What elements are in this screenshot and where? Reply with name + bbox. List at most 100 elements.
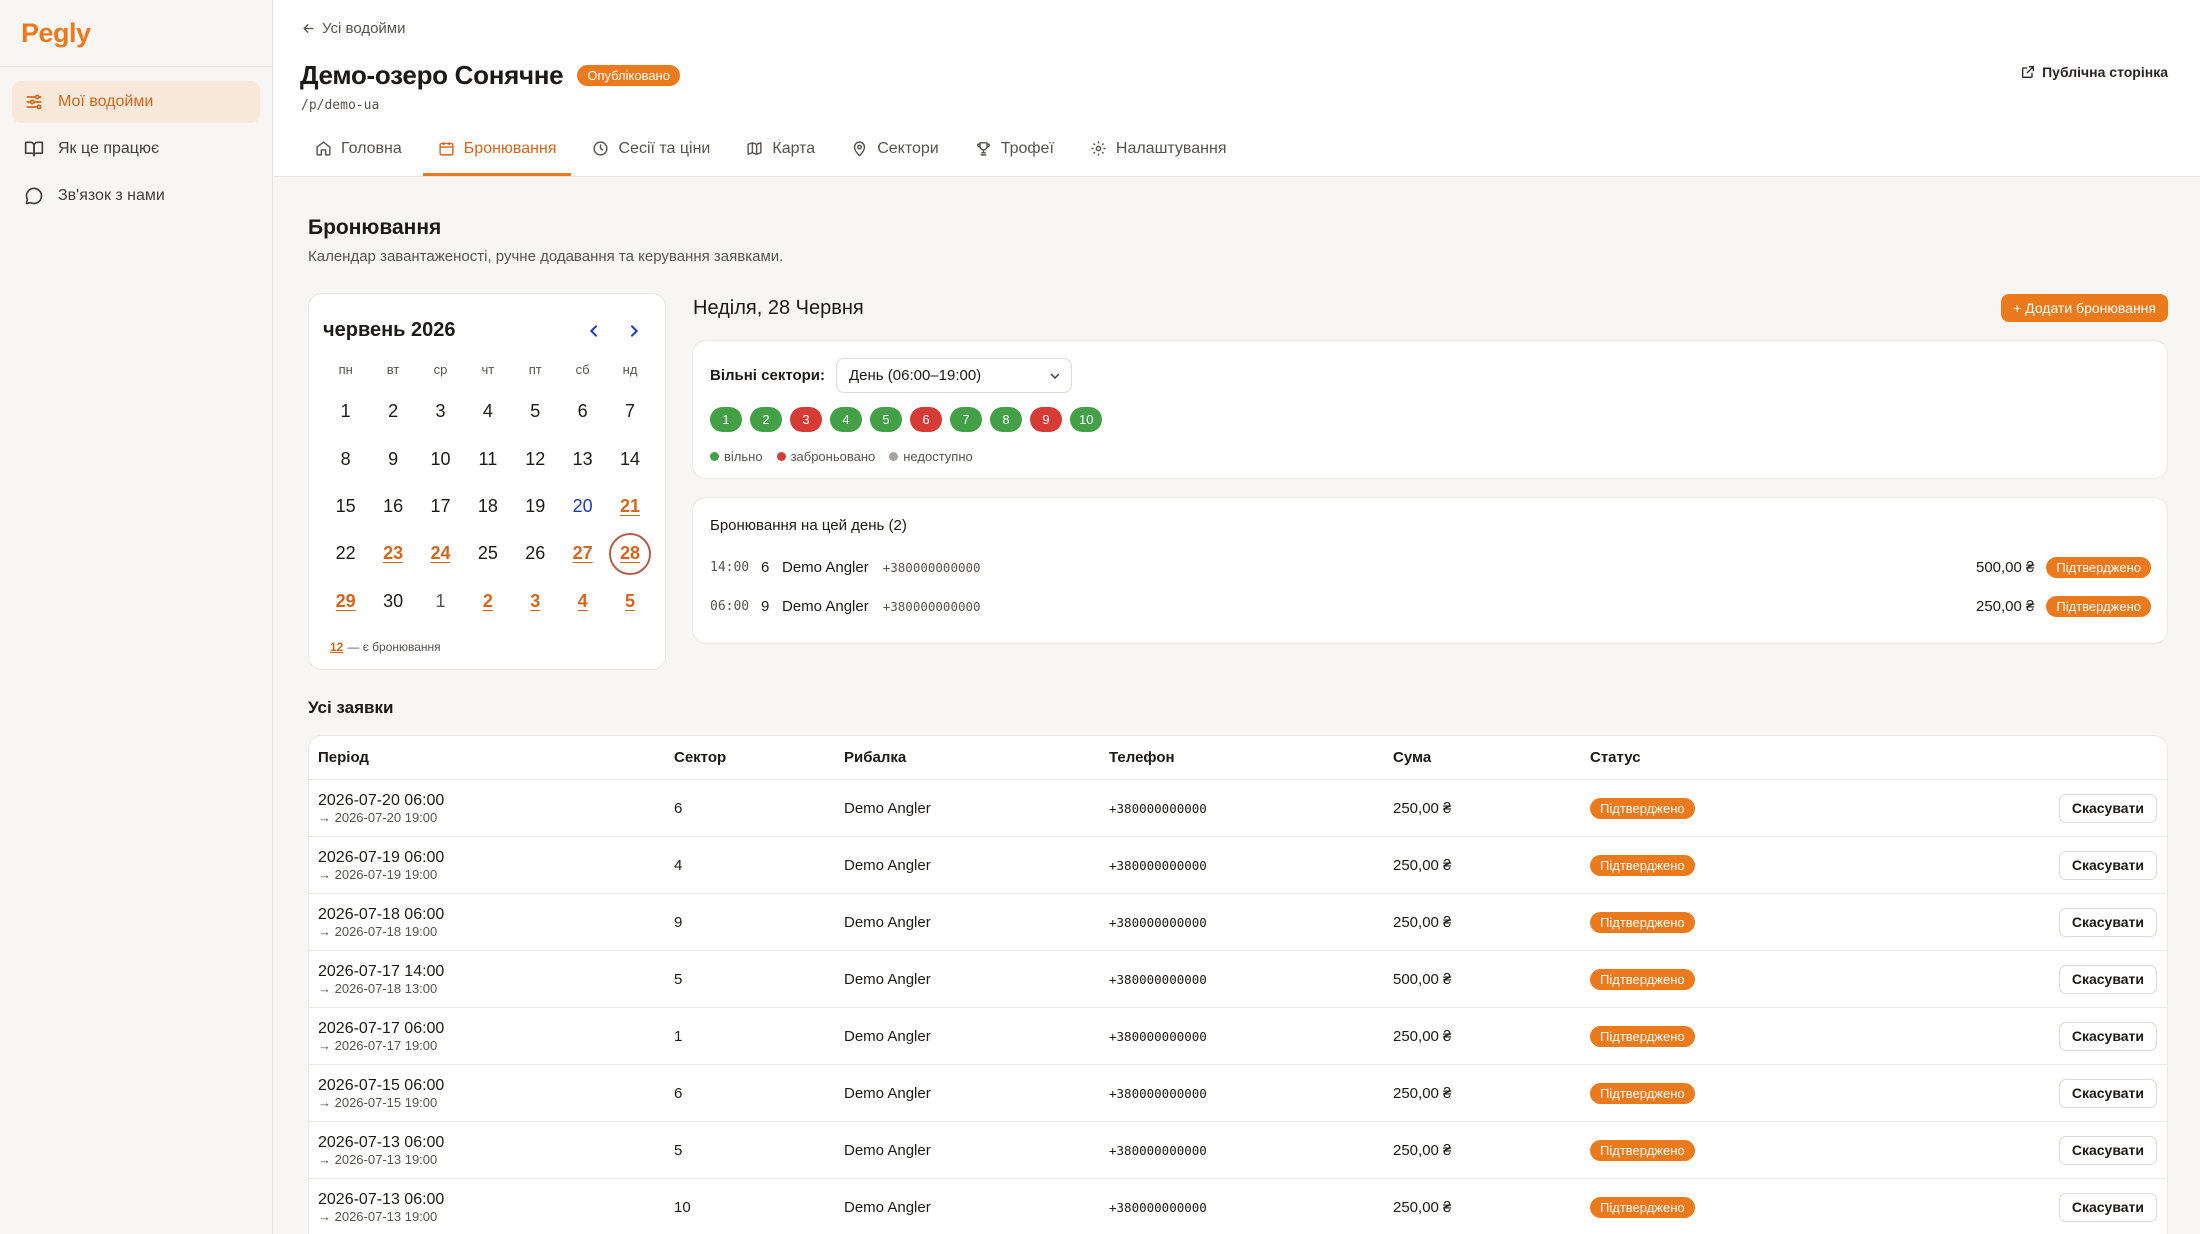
calendar-day[interactable]: 12 [512, 435, 559, 482]
amount-cell: 250,00 ₴ [1393, 913, 1452, 931]
cancel-button[interactable]: Скасувати [2058, 793, 2157, 823]
column-header-sector[interactable]: Сектор [674, 749, 844, 766]
app-logo[interactable]: Pegly [0, 0, 272, 67]
amount-cell: 250,00 ₴ [1393, 1141, 1452, 1159]
tab-sessions[interactable]: Сесії та ціни [577, 124, 725, 176]
page-header: Усі водойми Демо-озеро Сонячне Опубліков… [274, 0, 2200, 177]
next-month-button[interactable] [619, 316, 649, 346]
tab-settings[interactable]: Налаштування [1075, 124, 1242, 176]
calendar-day[interactable]: 14 [606, 435, 653, 482]
sector-chip[interactable]: 5 [870, 407, 902, 432]
cancel-button[interactable]: Скасувати [2058, 1192, 2157, 1222]
calendar-day[interactable]: 10 [417, 435, 464, 482]
sidebar-item-contact[interactable]: Зв'язок з нами [12, 175, 260, 217]
calendar-day[interactable]: 26 [512, 530, 559, 577]
arrow-left-icon [303, 24, 314, 33]
tab-label: Налаштування [1115, 139, 1227, 157]
cancel-button[interactable]: Скасувати [2058, 1135, 2157, 1165]
sector-chip[interactable]: 7 [950, 407, 982, 432]
cancel-button[interactable]: Скасувати [2058, 1021, 2157, 1051]
sector-chip[interactable]: 6 [910, 407, 942, 432]
calendar-day[interactable]: 4 [464, 388, 511, 435]
calendar-day[interactable]: 1 [322, 388, 369, 435]
tab-home[interactable]: Головна [300, 124, 417, 176]
column-header-status[interactable]: Статус [1590, 749, 1790, 766]
table-row: 2026-07-18 06:00 → 2026-07-18 19:00 9 Demo … [309, 894, 2167, 951]
tab-map[interactable]: Карта [731, 124, 830, 176]
calendar-day[interactable]: 2 [464, 578, 511, 625]
actions-cell: Скасувати [1790, 964, 2167, 994]
prev-month-button[interactable] [579, 316, 609, 346]
calendar-day[interactable]: 25 [464, 530, 511, 577]
status-cell: Підтверджено [1590, 797, 1790, 819]
column-header-phone[interactable]: Телефон [1109, 749, 1393, 766]
calendar-day[interactable]: 7 [606, 388, 653, 435]
calendar-day[interactable]: 4 [559, 578, 606, 625]
table-row: 2026-07-17 06:00 → 2026-07-17 19:00 1 Demo … [309, 1008, 2167, 1065]
status-cell: Підтверджено [1590, 1139, 1790, 1161]
calendar-day[interactable]: 28 [606, 530, 653, 577]
sector-chip[interactable]: 2 [750, 407, 782, 432]
slug: /p/demo-ua [301, 98, 380, 113]
calendar-day[interactable]: 5 [512, 388, 559, 435]
cancel-button[interactable]: Скасувати [2058, 964, 2157, 994]
calendar-day[interactable]: 6 [559, 388, 606, 435]
column-header-amount[interactable]: Сума [1393, 749, 1590, 766]
calendar-day[interactable]: 1 [417, 578, 464, 625]
calendar-legend-sample: 12 [330, 640, 344, 654]
calendar-day[interactable]: 20 [559, 483, 606, 530]
calendar-day[interactable]: 29 [322, 578, 369, 625]
back-link[interactable]: Усі водойми [301, 20, 406, 37]
calendar-day[interactable]: 2 [369, 388, 416, 435]
calendar-day[interactable]: 3 [417, 388, 464, 435]
calendar-day[interactable]: 24 [417, 530, 464, 577]
calendar-day[interactable]: 11 [464, 435, 511, 482]
calendar-day[interactable]: 9 [369, 435, 416, 482]
status-badge: Підтверджено [2046, 595, 2151, 617]
calendar-day[interactable]: 8 [322, 435, 369, 482]
sidebar-item-how-it-works[interactable]: Як це працює [12, 128, 260, 170]
sector-chip[interactable]: 8 [990, 407, 1022, 432]
tab-bookings[interactable]: Бронювання [422, 124, 572, 176]
sector-chip[interactable]: 3 [790, 407, 822, 432]
session-select[interactable]: День (06:00–19:00) [836, 358, 1072, 393]
day-bookings-card: Бронювання на цей день (2) 14:00 6 Demo … [692, 497, 2168, 644]
calendar-day[interactable]: 30 [369, 578, 416, 625]
period-cell: 2026-07-19 06:00 → 2026-07-19 19:00 [309, 848, 674, 883]
sector-chip[interactable]: 9 [1030, 407, 1062, 432]
cancel-button[interactable]: Скасувати [2058, 850, 2157, 880]
tab-trophies[interactable]: Трофеї [960, 124, 1069, 176]
calendar-day[interactable]: 27 [559, 530, 606, 577]
status-badge: Підтверджено [1590, 968, 1695, 990]
sector-chip[interactable]: 10 [1070, 407, 1103, 432]
calendar-day[interactable]: 5 [606, 578, 653, 625]
calendar-day-number: 1 [340, 401, 351, 422]
amount-cell: 250,00 ₴ [1393, 1084, 1452, 1102]
sidebar-item-my-waters[interactable]: Мої водойми [12, 81, 260, 123]
cancel-button[interactable]: Скасувати [2058, 907, 2157, 937]
calendar-legend: 12— є бронювання [330, 640, 441, 654]
calendar-day[interactable]: 22 [322, 530, 369, 577]
tab-bar: Головна Бронювання Сесії та ціни Карта С… [300, 124, 1247, 176]
calendar-day[interactable]: 17 [417, 483, 464, 530]
cancel-button[interactable]: Скасувати [2058, 1078, 2157, 1108]
public-page-link[interactable]: Публічна сторінка [2020, 64, 2168, 80]
calendar-day[interactable]: 19 [512, 483, 559, 530]
tab-sectors[interactable]: Сектори [836, 124, 954, 176]
calendar-day[interactable]: 21 [606, 483, 653, 530]
add-booking-button[interactable]: + Додати бронювання [2001, 294, 2168, 322]
calendar-day[interactable]: 16 [369, 483, 416, 530]
day-booking-row[interactable]: 14:00 6 Demo Angler +380000000000 500,00… [710, 554, 2151, 580]
calendar-day[interactable]: 18 [464, 483, 511, 530]
calendar-day[interactable]: 13 [559, 435, 606, 482]
sector-chip[interactable]: 1 [710, 407, 742, 432]
day-booking-row[interactable]: 06:00 9 Demo Angler +380000000000 250,00… [710, 593, 2151, 619]
calendar-day[interactable]: 3 [512, 578, 559, 625]
calendar-day[interactable]: 15 [322, 483, 369, 530]
column-header-angler[interactable]: Рибалка [844, 749, 1109, 766]
column-header-period[interactable]: Період [309, 749, 674, 766]
calendar-day[interactable]: 23 [369, 530, 416, 577]
sidebar-item-label: Зв'язок з нами [58, 187, 165, 204]
table-row: 2026-07-20 06:00 → 2026-07-20 19:00 6 Demo … [309, 780, 2167, 837]
sector-chip[interactable]: 4 [830, 407, 862, 432]
